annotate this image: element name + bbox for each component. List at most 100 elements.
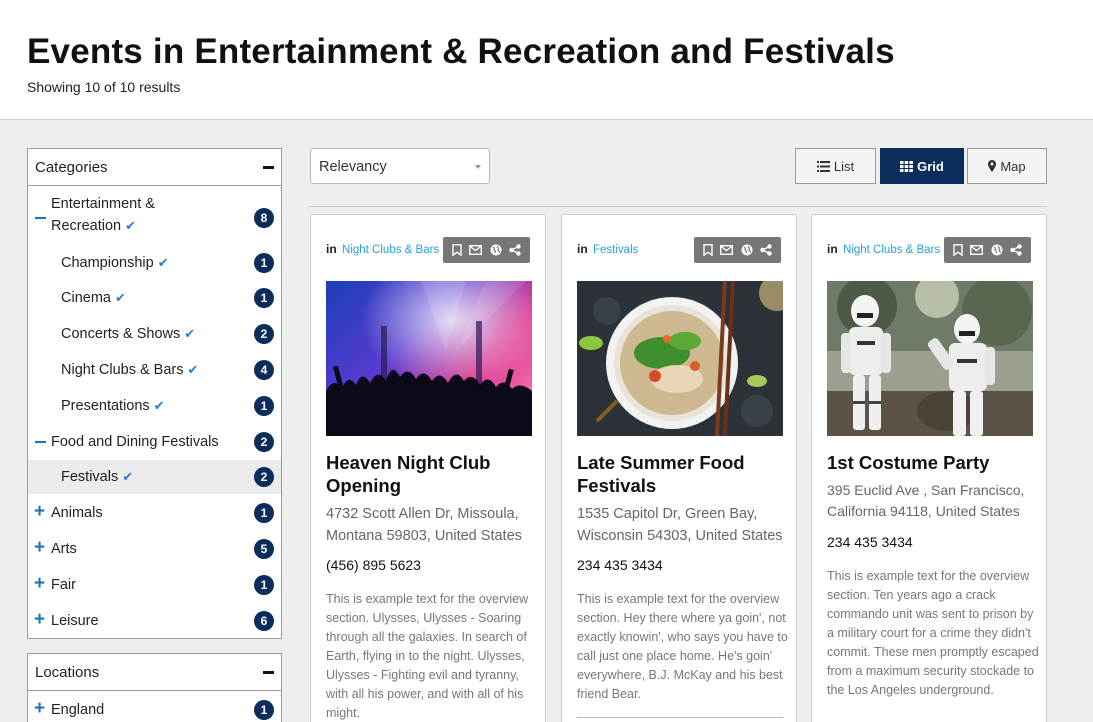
map-view-button[interactable]: Map bbox=[967, 148, 1047, 184]
grid-view-label: Grid bbox=[917, 158, 944, 174]
card-in-label: in bbox=[827, 242, 838, 256]
page-title: Events in Entertainment & Recreation and… bbox=[27, 32, 895, 71]
location-label: England bbox=[51, 702, 105, 718]
card-title[interactable]: Heaven Night Club Opening bbox=[326, 451, 532, 497]
check-icon: ✔ bbox=[184, 326, 196, 341]
category-label: Entertainment & Recreation bbox=[51, 196, 155, 234]
category-count: 1 bbox=[254, 288, 274, 308]
globe-icon[interactable] bbox=[991, 244, 1003, 256]
check-icon: ✔ bbox=[114, 290, 126, 305]
globe-icon[interactable] bbox=[490, 244, 502, 256]
category-label: Arts bbox=[51, 541, 77, 557]
sort-select[interactable]: Relevancy bbox=[310, 148, 490, 184]
card-description: This is example text for the overview se… bbox=[326, 592, 529, 720]
card-title[interactable]: Late Summer Food Festivals bbox=[577, 451, 783, 497]
card-address: 395 Euclid Ave , San Francisco, Californ… bbox=[827, 482, 1025, 519]
plus-icon[interactable]: + bbox=[34, 574, 45, 593]
list-view-label: List bbox=[833, 158, 855, 174]
email-icon[interactable] bbox=[469, 245, 483, 255]
share-icon[interactable] bbox=[760, 244, 772, 256]
collapse-icon[interactable] bbox=[263, 166, 274, 169]
card-actions bbox=[944, 237, 1031, 263]
category-count: 1 bbox=[254, 253, 274, 273]
categories-panel-header[interactable]: Categories bbox=[28, 149, 281, 186]
card-phone[interactable]: 234 435 3434 bbox=[577, 557, 663, 573]
card-description: This is example text for the overview se… bbox=[577, 592, 788, 701]
location-count: 1 bbox=[254, 700, 274, 720]
email-icon[interactable] bbox=[970, 245, 984, 255]
card-category-link[interactable]: Night Clubs & Bars bbox=[342, 244, 439, 256]
card-phone[interactable]: (456) 895 5623 bbox=[326, 557, 421, 573]
check-icon: ✔ bbox=[153, 398, 165, 413]
event-card[interactable]: in Festivals Late Summer Food Festivals … bbox=[561, 214, 797, 722]
category-concerts-shows[interactable]: Concerts & Shows ✔ 2 bbox=[28, 322, 281, 346]
card-title[interactable]: 1st Costume Party bbox=[827, 451, 1033, 474]
category-count: 1 bbox=[254, 575, 274, 595]
card-image-concert[interactable] bbox=[326, 281, 532, 436]
category-entertainment-recreation[interactable]: Entertainment & Recreation ✔ 8 bbox=[28, 191, 281, 247]
plus-icon[interactable]: + bbox=[34, 610, 45, 629]
minus-icon[interactable] bbox=[35, 441, 46, 443]
event-card[interactable]: in Night Clubs & Bars bbox=[310, 214, 546, 722]
category-fair[interactable]: + Fair 1 bbox=[28, 573, 281, 597]
card-address: 1535 Capitol Dr, Green Bay, Wisconsin 54… bbox=[577, 506, 783, 544]
category-label: Festivals bbox=[61, 469, 119, 485]
map-pin-icon bbox=[988, 160, 997, 172]
check-icon: ✔ bbox=[125, 218, 137, 233]
sort-value: Relevancy bbox=[319, 159, 387, 175]
card-image-food[interactable] bbox=[577, 281, 783, 436]
map-view-label: Map bbox=[1000, 158, 1026, 174]
category-label: Animals bbox=[51, 505, 103, 521]
result-count: Showing 10 of 10 results bbox=[27, 79, 181, 95]
bookmark-icon[interactable] bbox=[953, 244, 963, 256]
event-card[interactable]: in Night Clubs & Bars bbox=[811, 214, 1047, 722]
category-label: Fair bbox=[51, 577, 76, 593]
bookmark-icon[interactable] bbox=[703, 244, 713, 256]
bookmark-icon[interactable] bbox=[452, 244, 462, 256]
card-phone[interactable]: 234 435 3434 bbox=[827, 534, 913, 550]
category-count: 8 bbox=[254, 208, 274, 228]
card-actions bbox=[443, 237, 530, 263]
category-cinema[interactable]: Cinema ✔ 1 bbox=[28, 286, 281, 310]
list-icon bbox=[816, 160, 830, 172]
category-label: Leisure bbox=[51, 613, 99, 629]
grid-view-button[interactable]: Grid bbox=[880, 148, 964, 184]
location-england[interactable]: + England 1 bbox=[28, 698, 281, 722]
card-image-costume[interactable] bbox=[827, 281, 1033, 436]
category-night-clubs-bars[interactable]: Night Clubs & Bars ✔ 4 bbox=[28, 358, 281, 382]
card-category-link[interactable]: Festivals bbox=[593, 244, 638, 256]
category-label: Night Clubs & Bars bbox=[61, 362, 184, 378]
collapse-icon[interactable] bbox=[263, 671, 274, 674]
category-count: 6 bbox=[254, 611, 274, 631]
toolbar-divider bbox=[310, 206, 1047, 207]
category-leisure[interactable]: + Leisure 6 bbox=[28, 609, 281, 633]
share-icon[interactable] bbox=[509, 244, 521, 256]
category-food-dining-festivals[interactable]: Food and Dining Festivals 2 bbox=[28, 430, 281, 454]
grid-icon bbox=[900, 160, 914, 172]
dropdown-arrow-icon bbox=[475, 165, 481, 169]
globe-icon[interactable] bbox=[741, 244, 753, 256]
card-in-label: in bbox=[577, 242, 588, 256]
card-category-link[interactable]: Night Clubs & Bars bbox=[843, 244, 940, 256]
category-championship[interactable]: Championship ✔ 1 bbox=[28, 251, 281, 275]
check-icon: ✔ bbox=[157, 255, 169, 270]
plus-icon[interactable]: + bbox=[34, 538, 45, 557]
email-icon[interactable] bbox=[720, 245, 734, 255]
category-presentations[interactable]: Presentations ✔ 1 bbox=[28, 394, 281, 418]
list-view-button[interactable]: List bbox=[795, 148, 876, 184]
share-icon[interactable] bbox=[1010, 244, 1022, 256]
minus-icon[interactable] bbox=[35, 217, 46, 219]
page-header: Events in Entertainment & Recreation and… bbox=[0, 0, 1093, 120]
card-separator bbox=[577, 717, 783, 718]
card-description: This is example text for the overview se… bbox=[827, 569, 1039, 697]
category-festivals[interactable]: Festivals ✔ 2 bbox=[28, 460, 281, 494]
plus-icon[interactable]: + bbox=[34, 502, 45, 521]
category-arts[interactable]: + Arts 5 bbox=[28, 537, 281, 561]
check-icon: ✔ bbox=[187, 362, 199, 377]
category-count: 5 bbox=[254, 539, 274, 559]
category-animals[interactable]: + Animals 1 bbox=[28, 501, 281, 525]
locations-panel-header[interactable]: Locations bbox=[28, 654, 281, 691]
plus-icon[interactable]: + bbox=[34, 699, 45, 718]
locations-title: Locations bbox=[35, 664, 100, 681]
category-label: Cinema bbox=[61, 290, 111, 306]
